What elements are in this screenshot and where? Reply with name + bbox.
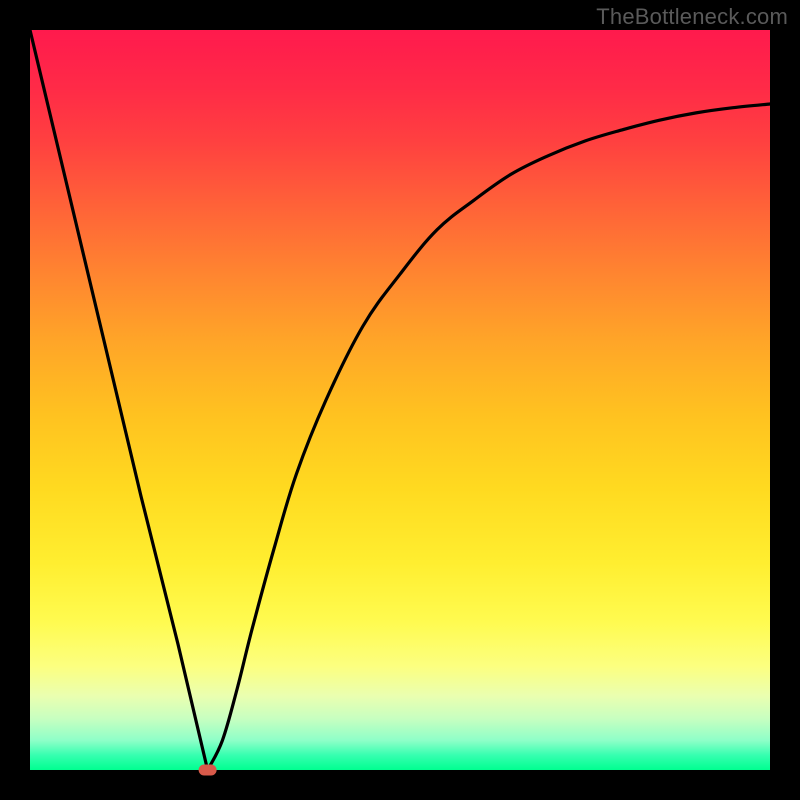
curve-svg: [30, 30, 770, 770]
bottleneck-curve: [30, 30, 770, 770]
watermark-text: TheBottleneck.com: [596, 4, 788, 30]
plot-area: [30, 30, 770, 770]
minimum-marker-icon: [199, 765, 217, 776]
chart-frame: TheBottleneck.com: [0, 0, 800, 800]
